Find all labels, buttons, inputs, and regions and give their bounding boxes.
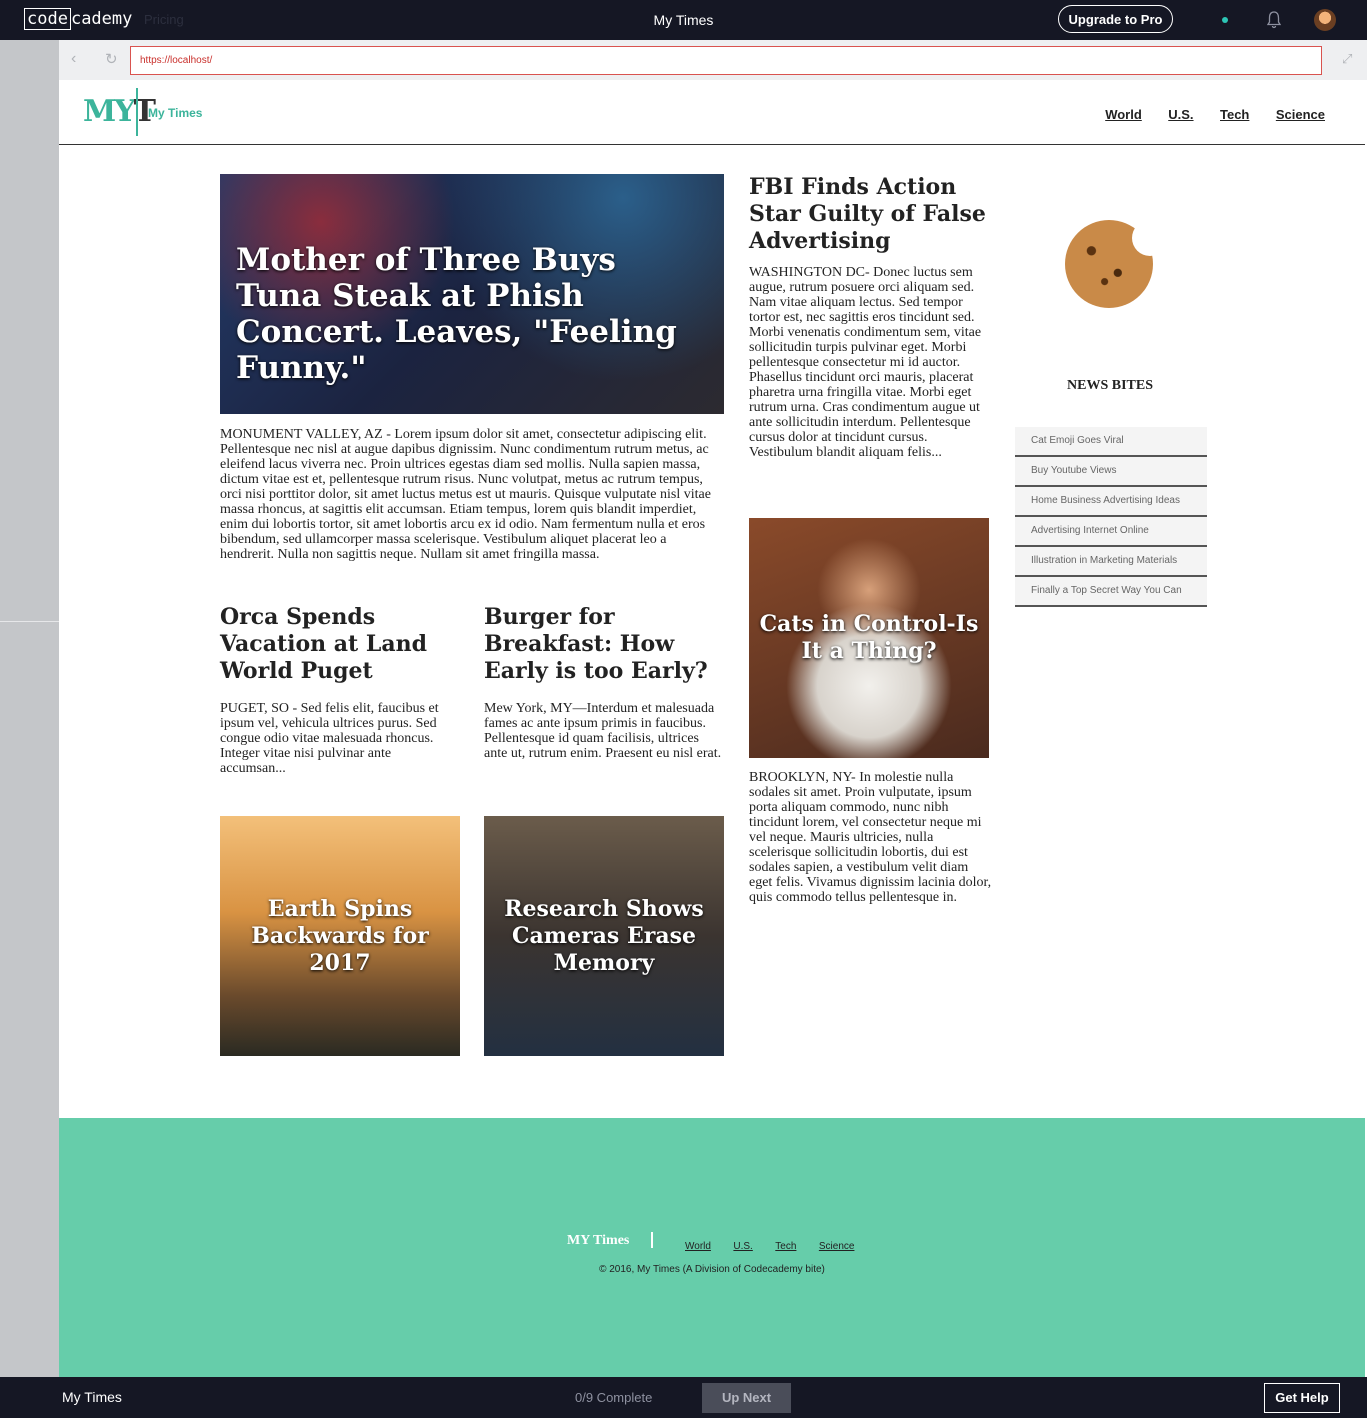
news-bite-item[interactable]: Buy Youtube Views: [1015, 457, 1207, 487]
status-dot: [1222, 17, 1228, 23]
bell-icon[interactable]: [1266, 10, 1282, 30]
camera-title: Research Shows Cameras Erase Memory: [504, 896, 704, 976]
camera-tile[interactable]: Research Shows Cameras Erase Memory: [484, 816, 724, 1056]
browser-bar: ‹ ↻ https://localhost/ ⤢: [59, 40, 1367, 80]
footer-nav-science[interactable]: Science: [819, 1241, 855, 1252]
burger-article: Burger for Breakfast: How Early is too E…: [484, 604, 724, 761]
myt-logo[interactable]: MYT: [83, 94, 156, 129]
bottom-bar: My Times 0/9 Complete Up Next Get Help: [0, 1377, 1367, 1418]
brand-name: My Times: [148, 106, 203, 120]
bottom-title: My Times: [62, 1389, 122, 1405]
news-bite-item[interactable]: Finally a Top Secret Way You Can: [1015, 577, 1207, 607]
earth-tile[interactable]: Earth Spins Backwards for 2017: [220, 816, 460, 1056]
burger-body: Mew York, MY—Interdum et malesuada fames…: [484, 701, 722, 761]
news-bite-item[interactable]: Illustration in Marketing Materials: [1015, 547, 1207, 577]
expand-icon[interactable]: ⤢: [1342, 51, 1352, 67]
hero-image[interactable]: Mother of Three Buys Tuna Steak at Phish…: [220, 174, 724, 414]
footer-nav: World U.S. Tech Science: [685, 1236, 872, 1254]
url-field[interactable]: https://localhost/: [130, 46, 1322, 75]
hero-title: Mother of Three Buys Tuna Steak at Phish…: [236, 242, 677, 386]
news-bite-item[interactable]: Home Business Advertising Ideas: [1015, 487, 1207, 517]
footer-nav-tech[interactable]: Tech: [775, 1241, 796, 1252]
site-nav: World U.S. Tech Science: [1083, 106, 1325, 124]
back-icon[interactable]: ‹: [71, 50, 76, 68]
cookie-bite: [1132, 220, 1168, 256]
copyright: © 2016, My Times (A Division of Codecade…: [599, 1264, 825, 1275]
logo-divider: [136, 88, 138, 136]
hero-body: MONUMENT VALLEY, AZ - Lorem ipsum dolor …: [220, 427, 711, 562]
fbi-article: FBI Finds Action Star Guilty of False Ad…: [749, 174, 994, 460]
footer-nav-world[interactable]: World: [685, 1241, 711, 1252]
footer-nav-us[interactable]: U.S.: [733, 1241, 752, 1252]
get-help-button[interactable]: Get Help: [1264, 1383, 1340, 1413]
news-bites-heading: NEWS BITES: [1067, 378, 1153, 393]
avatar[interactable]: [1314, 9, 1336, 31]
cat-body: BROOKLYN, NY- In molestie nulla sodales …: [749, 770, 992, 905]
orca-article: Orca Spends Vacation at Land World Puget…: [220, 604, 460, 776]
cat-article: BROOKLYN, NY- In molestie nulla sodales …: [749, 770, 994, 905]
nav-world[interactable]: World: [1105, 107, 1142, 122]
upgrade-button[interactable]: Upgrade to Pro: [1058, 5, 1173, 33]
burger-title[interactable]: Burger for Breakfast: How Early is too E…: [484, 604, 724, 685]
hero-article: MONUMENT VALLEY, AZ - Lorem ipsum dolor …: [220, 427, 720, 562]
orca-title[interactable]: Orca Spends Vacation at Land World Puget: [220, 604, 460, 685]
site-preview: MYT My Times World U.S. Tech Science Mot…: [59, 80, 1367, 1377]
logo-my: MY: [83, 94, 136, 129]
cat-title: Cats in Control-Is It a Thing?: [759, 611, 979, 664]
progress-text: 0/9 Complete: [575, 1390, 653, 1405]
divider: [0, 621, 59, 622]
fbi-body: WASHINGTON DC- Donec luctus sem augue, r…: [749, 265, 982, 460]
footer-brand: MY Times: [567, 1233, 630, 1248]
orca-body: PUGET, SO - Sed felis elit, faucibus et …: [220, 701, 439, 776]
left-panel: [0, 40, 59, 1377]
reload-icon[interactable]: ↻: [105, 50, 118, 68]
footer-divider: [651, 1232, 653, 1248]
cat-tile[interactable]: Cats in Control-Is It a Thing?: [749, 518, 989, 758]
earth-title: Earth Spins Backwards for 2017: [251, 896, 429, 976]
nav-us[interactable]: U.S.: [1168, 107, 1193, 122]
up-next-button[interactable]: Up Next: [702, 1383, 791, 1413]
news-bite-item[interactable]: Cat Emoji Goes Viral: [1015, 427, 1207, 457]
site-footer: MY Times World U.S. Tech Science © 2016,…: [59, 1118, 1365, 1377]
news-bite-item[interactable]: Advertising Internet Online: [1015, 517, 1207, 547]
site-header: MYT My Times World U.S. Tech Science: [59, 80, 1365, 145]
news-bites-list: Cat Emoji Goes Viral Buy Youtube Views H…: [1015, 427, 1207, 607]
fbi-title[interactable]: FBI Finds Action Star Guilty of False Ad…: [749, 174, 994, 255]
nav-science[interactable]: Science: [1276, 107, 1325, 122]
nav-tech[interactable]: Tech: [1220, 107, 1249, 122]
top-bar: code cademy Pricing My Times Upgrade to P…: [0, 0, 1367, 40]
